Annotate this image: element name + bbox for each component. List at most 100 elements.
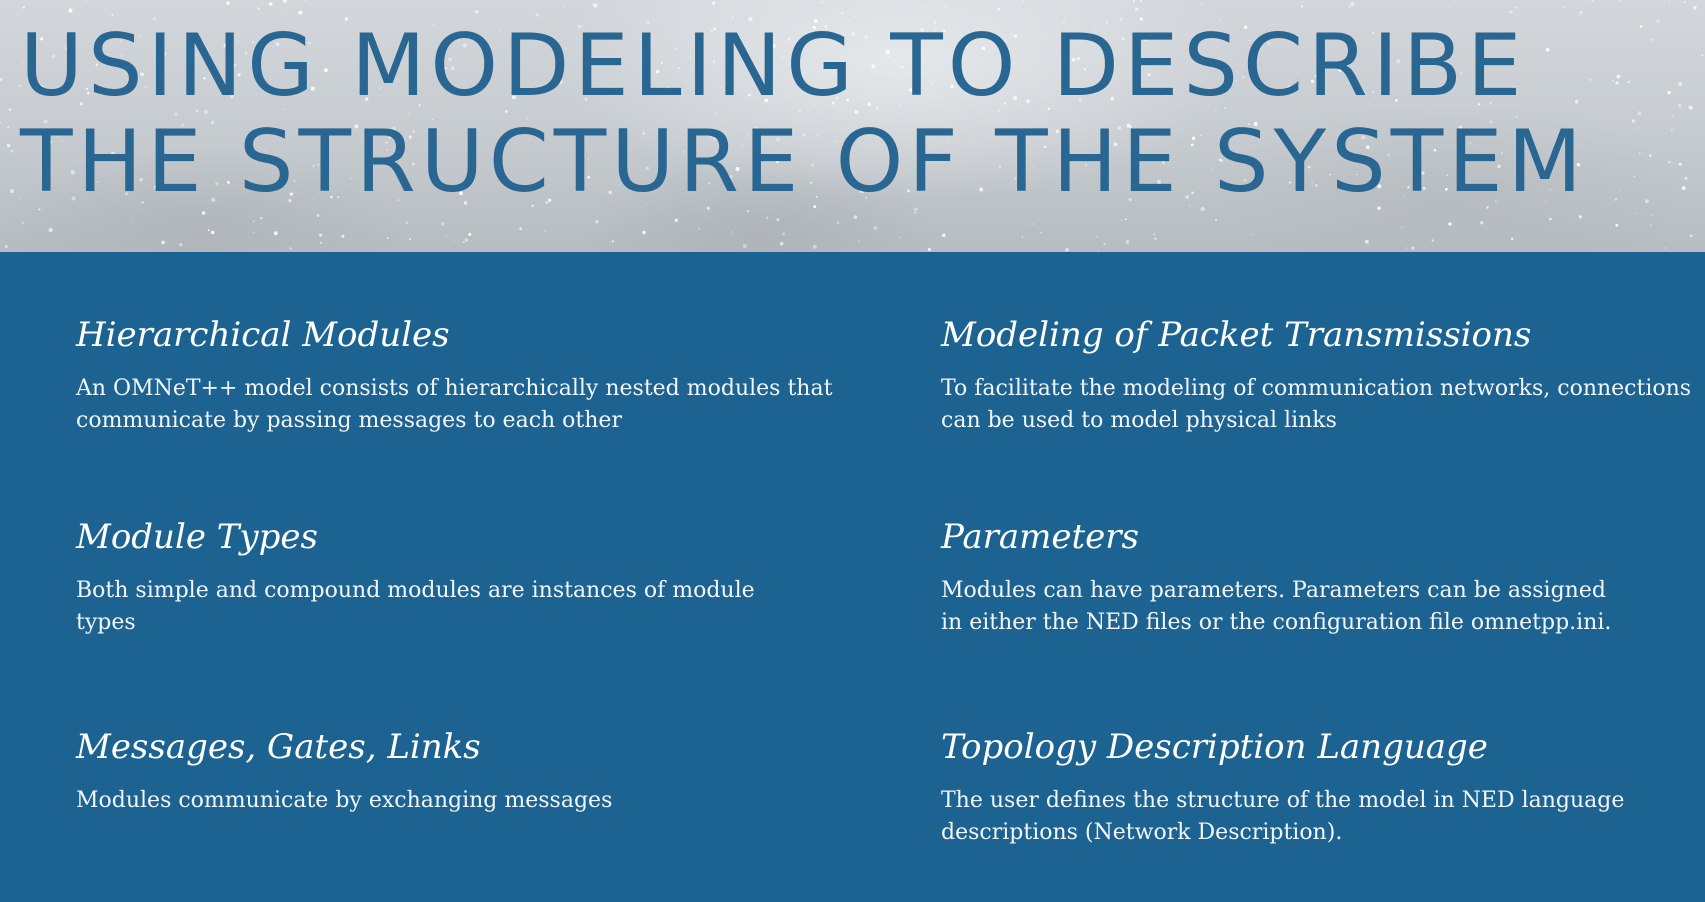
snow-speck bbox=[1250, 234, 1252, 236]
snow-speck bbox=[997, 7, 1001, 11]
snow-speck bbox=[1115, 1, 1117, 3]
snow-speck bbox=[841, 12, 844, 15]
snow-speck bbox=[1120, 219, 1122, 222]
snow-speck bbox=[611, 240, 614, 243]
snow-speck bbox=[593, 3, 598, 8]
snow-speck bbox=[1431, 239, 1434, 242]
section-parameters: Parameters Modules can have parameters. … bbox=[941, 515, 1701, 639]
snow-speck bbox=[1579, 11, 1583, 15]
snow-speck bbox=[298, 10, 303, 15]
snow-speck bbox=[4, 245, 8, 249]
snow-speck bbox=[1400, 226, 1403, 229]
snow-speck bbox=[8, 108, 12, 112]
section-messages-gates-links: Messages, Gates, Links Modules communica… bbox=[76, 725, 836, 817]
snow-speck bbox=[1549, 217, 1552, 221]
snow-speck bbox=[0, 77, 3, 81]
snow-speck bbox=[1154, 237, 1157, 240]
snow-speck bbox=[944, 5, 947, 8]
snow-speck bbox=[1124, 218, 1127, 220]
snow-speck bbox=[1448, 222, 1452, 226]
section-packet-transmissions: Modeling of Packet Transmissions To faci… bbox=[941, 313, 1701, 437]
section-body: Modules can have parameters. Parameters … bbox=[941, 578, 1612, 635]
snow-speck bbox=[22, 6, 25, 9]
snow-speck bbox=[1405, 247, 1407, 249]
section-body: The user defines the structure of the mo… bbox=[941, 788, 1625, 845]
snow-speck bbox=[6, 143, 11, 148]
title-banner: USING MODELING TO DESCRIBE THE STRUCTURE… bbox=[0, 0, 1705, 252]
section-heading: Modeling of Packet Transmissions bbox=[941, 315, 1532, 355]
snow-speck bbox=[304, 0, 306, 2]
snow-speck bbox=[1348, 4, 1351, 8]
snow-speck bbox=[642, 230, 646, 235]
snow-speck bbox=[1591, 0, 1594, 2]
snow-speck bbox=[257, 7, 260, 10]
section-heading: Parameters bbox=[941, 517, 1139, 557]
snow-speck bbox=[782, 232, 786, 236]
snow-speck bbox=[260, 216, 263, 220]
snow-speck bbox=[873, 225, 878, 231]
snow-speck bbox=[821, 1, 823, 4]
snow-speck bbox=[454, 240, 456, 242]
snow-speck bbox=[812, 244, 817, 249]
snow-speck bbox=[1103, 243, 1106, 246]
slide-title-line-2: THE STRUCTURE OF THE SYSTEM bbox=[20, 112, 1587, 212]
snow-speck bbox=[1096, 236, 1098, 238]
snow-speck bbox=[927, 247, 931, 252]
snow-speck bbox=[836, 221, 840, 225]
snow-speck bbox=[1140, 0, 1142, 2]
snow-speck bbox=[318, 233, 323, 237]
snow-speck bbox=[207, 229, 210, 232]
snow-speck bbox=[1480, 221, 1484, 225]
snow-speck bbox=[445, 235, 448, 238]
content-panel: Hierarchical Modules An OMNeT++ model co… bbox=[0, 252, 1705, 902]
snow-speck bbox=[674, 218, 678, 222]
snow-speck bbox=[742, 244, 747, 249]
snow-speck bbox=[316, 214, 320, 217]
snow-speck bbox=[252, 231, 255, 233]
snow-speck bbox=[1693, 5, 1697, 10]
snow-speck bbox=[85, 0, 88, 2]
snow-speck bbox=[21, 221, 25, 224]
snow-speck bbox=[731, 231, 734, 233]
section-body: Modules communicate by exchanging messag… bbox=[76, 788, 613, 813]
snow-speck bbox=[341, 234, 345, 238]
snow-speck bbox=[1689, 234, 1693, 238]
snow-speck bbox=[942, 233, 946, 237]
snow-speck bbox=[7, 126, 10, 129]
snow-speck bbox=[1125, 240, 1130, 244]
section-body: An OMNeT++ model consists of hierarchica… bbox=[76, 376, 833, 433]
snow-speck bbox=[464, 238, 468, 242]
snow-speck bbox=[468, 232, 472, 236]
snow-speck bbox=[899, 237, 902, 239]
snow-speck bbox=[48, 228, 53, 232]
snow-speck bbox=[1579, 15, 1581, 17]
snow-speck bbox=[1214, 218, 1218, 221]
snow-speck bbox=[712, 1, 716, 5]
snow-speck bbox=[1615, 223, 1619, 227]
snow-speck bbox=[1040, 231, 1043, 234]
snow-speck bbox=[441, 221, 445, 226]
snow-speck bbox=[1515, 6, 1518, 9]
section-heading: Module Types bbox=[76, 517, 318, 557]
snow-speck bbox=[1132, 0, 1136, 3]
snow-speck bbox=[1448, 7, 1450, 9]
snow-speck bbox=[1618, 0, 1621, 2]
snow-speck bbox=[1031, 223, 1034, 225]
snow-speck bbox=[1350, 2, 1355, 6]
snow-speck bbox=[320, 241, 322, 244]
snow-speck bbox=[1683, 1, 1686, 4]
snow-speck bbox=[211, 230, 215, 235]
snow-speck bbox=[776, 218, 780, 222]
snow-speck bbox=[1021, 236, 1024, 238]
snow-speck bbox=[11, 48, 13, 50]
snow-speck bbox=[1301, 5, 1304, 8]
snow-speck bbox=[286, 8, 289, 11]
snow-speck bbox=[405, 221, 409, 225]
section-heading: Hierarchical Modules bbox=[76, 315, 450, 355]
snow-speck bbox=[858, 240, 860, 242]
snow-speck bbox=[475, 9, 479, 14]
slide-title-line-1: USING MODELING TO DESCRIBE bbox=[20, 16, 1527, 116]
section-body: To facilitate the modeling of communicat… bbox=[941, 376, 1692, 433]
snow-speck bbox=[1200, 2, 1202, 5]
snow-speck bbox=[1578, 215, 1583, 219]
